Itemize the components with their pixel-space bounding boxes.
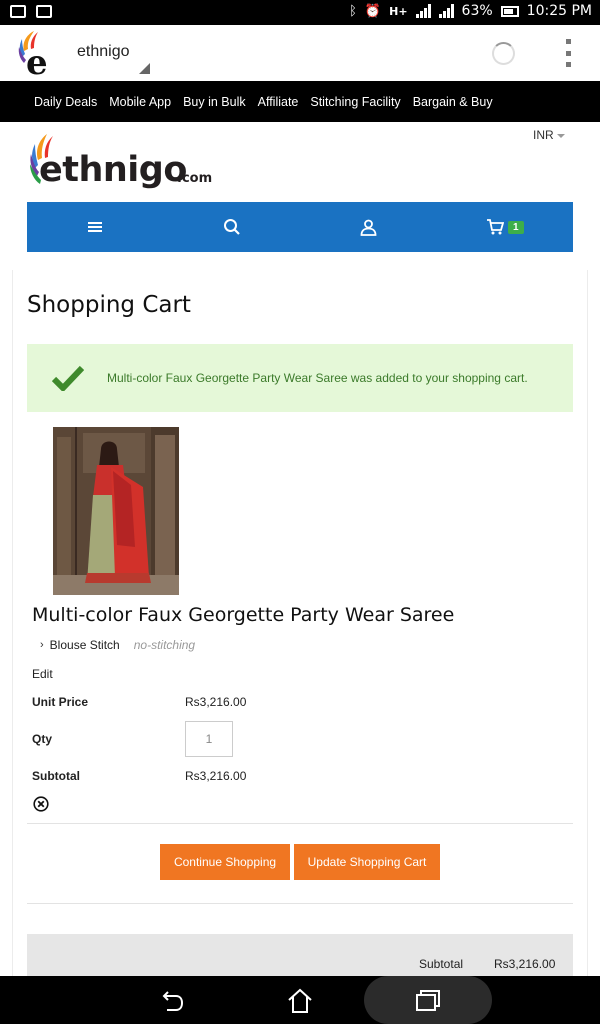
site-toolbar: 1 xyxy=(27,202,573,252)
hplus-icon: H+ xyxy=(389,4,408,18)
menu-icon xyxy=(88,222,103,232)
kebab-dot-icon xyxy=(565,50,571,56)
option-value: no-stitching xyxy=(133,638,196,652)
home-icon[interactable] xyxy=(285,986,315,1016)
tab-title[interactable]: ethnigo xyxy=(77,43,130,61)
totals-subtotal-value: Rs3,216.00 xyxy=(494,957,556,971)
top-nav: Daily Deals Mobile App Buy in Bulk Affil… xyxy=(0,81,600,122)
alarm-icon: ⏰ xyxy=(364,3,382,19)
browser-bar: e ethnigo xyxy=(0,25,600,81)
gmail-icon xyxy=(36,5,52,18)
kebab-dot-icon xyxy=(565,62,571,67)
option-label: Blouse Stitch xyxy=(49,638,120,652)
nav-link-daily-deals[interactable]: Daily Deals xyxy=(34,95,97,109)
subtotal-label: Subtotal xyxy=(32,769,80,783)
clock: 10:25 PM xyxy=(526,3,592,19)
signal-icon-1 xyxy=(415,4,431,18)
ethnigo-tab-logo-icon[interactable]: e xyxy=(16,29,56,77)
browser-menu-button[interactable] xyxy=(560,39,576,67)
svg-text:e: e xyxy=(26,43,48,77)
edit-link[interactable]: Edit xyxy=(32,667,53,681)
gallery-icon xyxy=(10,5,26,18)
chevron-right-icon: › xyxy=(40,639,44,651)
signal-icon-2 xyxy=(438,4,454,18)
checkmark-icon xyxy=(52,365,84,391)
caret-down-icon xyxy=(556,133,565,138)
status-bar: ᛒ ⏰ H+ 63% 10:25 PM xyxy=(0,0,600,25)
product-option: › Blouse Stitch no-stitching xyxy=(40,638,195,652)
kebab-dot-icon xyxy=(565,39,571,44)
battery-percent: 63% xyxy=(461,3,493,19)
bluetooth-icon: ᛒ xyxy=(349,3,357,19)
nav-link-affiliate[interactable]: Affiliate xyxy=(258,95,299,109)
cart-count-badge: 1 xyxy=(507,220,524,234)
system-nav-bar xyxy=(0,976,600,1024)
remove-item-icon[interactable] xyxy=(33,796,49,812)
nav-link-stitching-facility[interactable]: Stitching Facility xyxy=(310,95,400,109)
recent-apps-icon[interactable] xyxy=(413,986,443,1016)
product-name[interactable]: Multi-color Faux Georgette Party Wear Sa… xyxy=(32,604,454,626)
success-message: Multi-color Faux Georgette Party Wear Sa… xyxy=(27,344,573,412)
success-message-text: Multi-color Faux Georgette Party Wear Sa… xyxy=(107,371,528,385)
cart-button[interactable]: 1 xyxy=(437,202,574,252)
nav-link-buy-in-bulk[interactable]: Buy in Bulk xyxy=(183,95,246,109)
saree-product-photo xyxy=(53,427,179,595)
cart-icon xyxy=(486,219,504,235)
subtotal-value: Rs3,216.00 xyxy=(185,769,247,783)
product-image[interactable] xyxy=(53,427,179,595)
currency-label: INR xyxy=(533,128,554,142)
totals-subtotal-label: Subtotal xyxy=(419,957,464,971)
unit-price-value: Rs3,216.00 xyxy=(185,695,247,709)
continue-shopping-button[interactable]: Continue Shopping xyxy=(160,844,290,880)
currency-selector[interactable]: INR xyxy=(533,128,565,142)
back-icon[interactable] xyxy=(157,986,187,1016)
nav-link-mobile-app[interactable]: Mobile App xyxy=(109,95,171,109)
search-button[interactable] xyxy=(164,202,301,252)
loading-spinner-icon xyxy=(492,42,515,65)
tab-dropdown-corner-icon[interactable] xyxy=(139,63,150,74)
divider xyxy=(27,903,573,904)
site-logo[interactable]: ethnigo .com xyxy=(27,132,217,194)
search-icon xyxy=(223,219,240,235)
battery-icon xyxy=(500,5,519,17)
nav-link-bargain-and-buy[interactable]: Bargain & Buy xyxy=(413,95,493,109)
qty-label: Qty xyxy=(32,732,53,746)
logo-suffix: .com xyxy=(177,171,213,186)
account-icon xyxy=(360,219,377,236)
divider xyxy=(27,823,573,824)
update-cart-button[interactable]: Update Shopping Cart xyxy=(294,844,440,880)
unit-price-label: Unit Price xyxy=(32,695,89,709)
page-title: Shopping Cart xyxy=(27,292,191,318)
qty-input[interactable] xyxy=(185,721,233,757)
account-button[interactable] xyxy=(300,202,437,252)
logo-wordmark: ethnigo xyxy=(39,150,187,190)
cart-totals: Subtotal Rs3,216.00 xyxy=(27,934,573,976)
menu-button[interactable] xyxy=(27,202,164,252)
